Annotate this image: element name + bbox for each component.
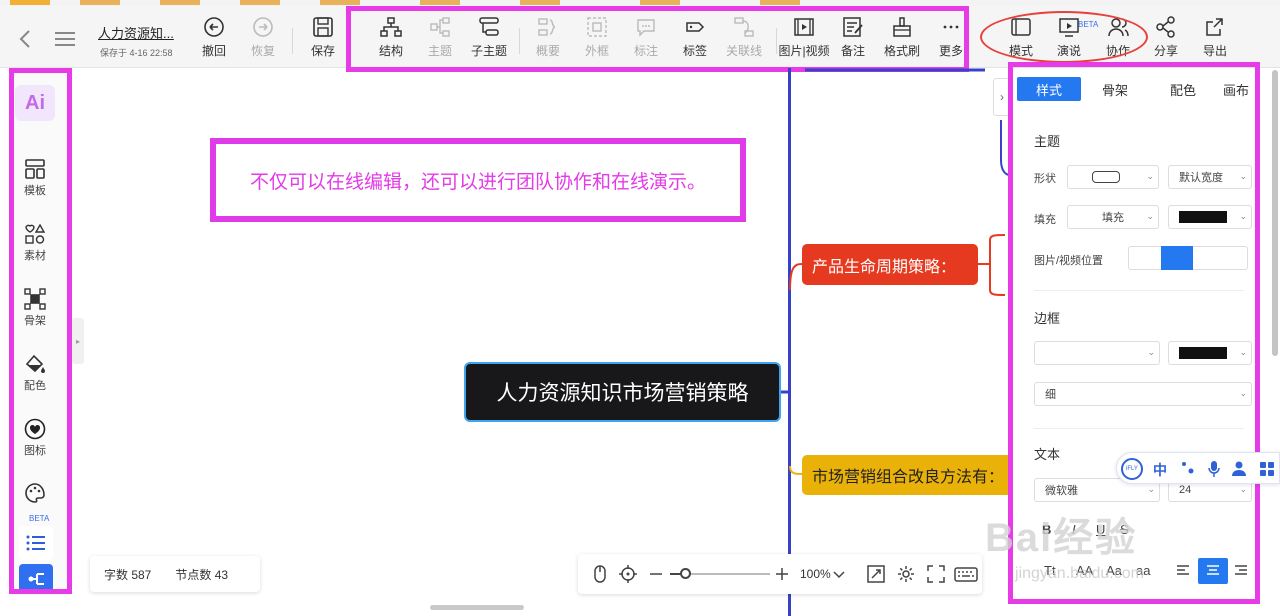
topic-node-text: 市场营销组合改良方法有： [812, 469, 1005, 486]
zoom-slider-handle[interactable] [680, 568, 691, 579]
ime-logo: iFLY [1121, 458, 1143, 480]
share-label: 分享 [1153, 44, 1178, 58]
bookmark-item[interactable] [420, 0, 460, 5]
toolbar-divider [292, 28, 293, 54]
bookmark-item[interactable] [160, 0, 200, 5]
bookmark-item[interactable] [240, 0, 280, 5]
export-label: 导出 [1202, 44, 1227, 58]
export-icon [1206, 18, 1223, 36]
document-title[interactable]: 人力资源知... [98, 23, 174, 42]
save-status: 保存于 4-16 22:58 [100, 48, 173, 58]
back-icon[interactable] [18, 30, 32, 48]
ime-toolbar[interactable]: iFLY 中 [1116, 452, 1280, 484]
document-stats: 字数 587 节点数 43 [90, 556, 260, 592]
undo-button[interactable]: 撤回 [188, 12, 240, 64]
topic-node-marketing-mix[interactable]: 市场营销组合改良方法有： [802, 455, 1016, 495]
bookmark-item[interactable] [320, 0, 360, 5]
main-branch-line [788, 68, 791, 616]
share-icon [1156, 16, 1175, 38]
bookmark-item[interactable] [80, 0, 120, 5]
sidebar-highlight-box [9, 68, 72, 594]
panel-vertical-scrollbar[interactable] [1272, 70, 1278, 356]
redo-button[interactable]: 恢复 [237, 12, 289, 64]
user-icon[interactable] [1231, 460, 1247, 476]
word-count: 字数 587 [104, 567, 152, 582]
callout-text: 不仅可以在线编辑，还可以进行团队协作和在线演示。 [249, 171, 706, 193]
chevron-down-icon[interactable] [833, 564, 845, 584]
bookmark-item[interactable] [520, 0, 560, 5]
microphone-icon[interactable] [1207, 460, 1221, 478]
watermark: Bai经验 [985, 516, 1138, 560]
mouse-icon[interactable] [590, 564, 610, 584]
zoom-toolbar: 100% [578, 554, 982, 594]
menu-icon[interactable] [54, 31, 76, 47]
ime-punct-icon[interactable] [1181, 461, 1195, 475]
horizontal-scrollbar[interactable] [430, 605, 524, 610]
keyboard-icon[interactable] [954, 564, 978, 584]
redo-icon [253, 17, 273, 37]
mode-present-collab-highlight [980, 11, 1148, 63]
topic-node-lifecycle[interactable]: 产品生命周期策略： [802, 244, 978, 285]
bookmark-item[interactable] [760, 0, 800, 5]
toolbar-highlight-box [346, 6, 969, 72]
zoom-out-icon[interactable] [646, 564, 666, 584]
fullscreen-icon[interactable] [926, 564, 946, 584]
locate-center-icon[interactable] [618, 564, 638, 584]
undo-label: 撤回 [201, 44, 226, 58]
node-count: 节点数 43 [175, 567, 229, 582]
ime-language[interactable]: 中 [1153, 460, 1167, 480]
root-topic-text: 人力资源知识市场营销策略 [496, 382, 749, 405]
root-topic-node[interactable]: 人力资源知识市场营销策略 [464, 362, 781, 422]
bookmark-item[interactable] [640, 0, 680, 5]
callout-annotation: 不仅可以在线编辑，还可以进行团队协作和在线演示。 [210, 138, 746, 222]
undo-icon [204, 17, 224, 37]
grid-apps-icon[interactable] [1259, 461, 1275, 477]
topic-node-text: 产品生命周期策略： [812, 258, 957, 276]
bookmark-star-icon[interactable] [10, 0, 50, 5]
settings-gear-icon[interactable] [896, 564, 916, 584]
watermark-url: jingyan.baidu.com [1015, 565, 1144, 582]
save-button[interactable]: 保存 [297, 12, 349, 64]
redo-label: 恢复 [250, 44, 275, 58]
save-label: 保存 [310, 44, 335, 58]
zoom-in-icon[interactable] [772, 564, 792, 584]
save-icon [313, 17, 333, 37]
zoom-level[interactable]: 100% [800, 567, 831, 581]
export-button[interactable]: 导出 [1189, 12, 1241, 64]
fit-screen-icon[interactable] [866, 564, 886, 584]
left-panel-collapse-handle[interactable]: ▸ [72, 318, 84, 364]
